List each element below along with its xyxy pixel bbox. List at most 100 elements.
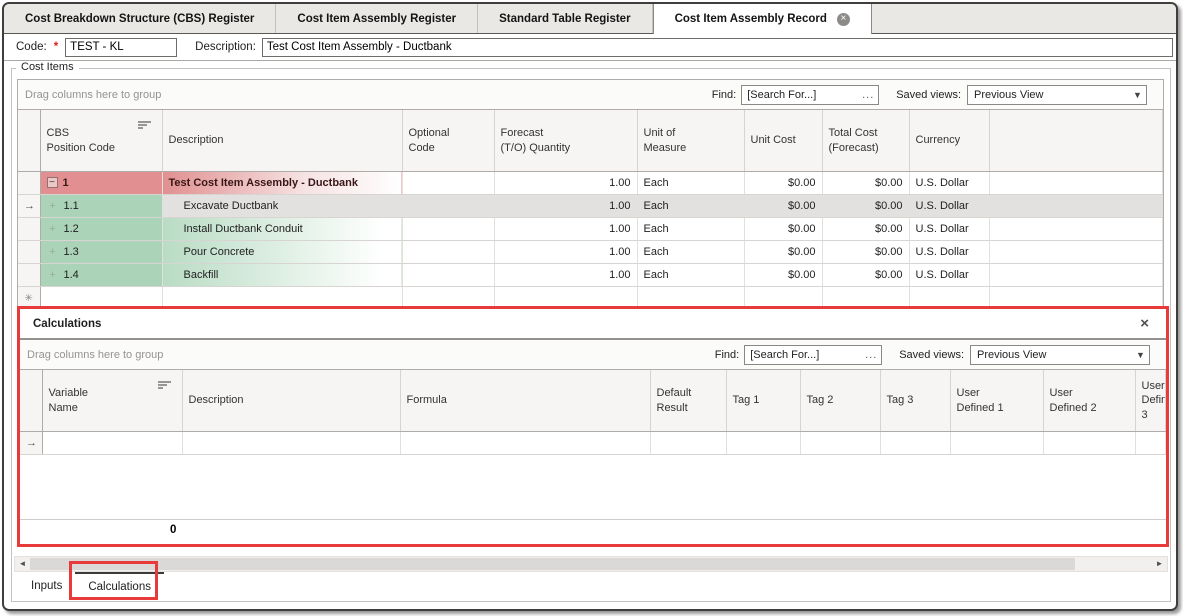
cell-forecast-quantity[interactable]: 1.00 (494, 218, 637, 241)
column-header-formula[interactable]: Formula (400, 370, 650, 432)
tab-inputs[interactable]: Inputs (18, 572, 75, 599)
cell-description[interactable]: Pour Concrete (162, 241, 402, 264)
expand-icon[interactable]: + (47, 223, 59, 235)
group-by-drop-zone[interactable]: Drag columns here to group (25, 89, 712, 101)
tab-standard-table-register[interactable]: Standard Table Register (478, 4, 652, 34)
cell-forecast-quantity[interactable]: 1.00 (494, 172, 637, 195)
row-selector[interactable] (18, 172, 40, 195)
cell-optional-code[interactable] (402, 195, 494, 218)
cell-currency[interactable]: U.S. Dollar (909, 218, 989, 241)
cell-currency[interactable]: U.S. Dollar (909, 264, 989, 287)
cell-formula[interactable] (400, 432, 650, 455)
cell-total-cost[interactable]: $0.00 (822, 172, 909, 195)
column-header-optional-code[interactable]: Optional Code (402, 110, 494, 172)
group-by-drop-zone[interactable]: Drag columns here to group (27, 349, 715, 361)
row-selector[interactable] (18, 241, 40, 264)
cell-unit-cost[interactable]: $0.00 (744, 241, 822, 264)
cell-unit-of-measure[interactable]: Each (637, 241, 744, 264)
column-header-user-defined-2[interactable]: User Defined 2 (1043, 370, 1135, 432)
expand-icon[interactable]: + (47, 269, 59, 281)
column-header-tag-3[interactable]: Tag 3 (880, 370, 950, 432)
cell-unit-of-measure[interactable]: Each (637, 264, 744, 287)
row-selector[interactable] (18, 218, 40, 241)
expand-icon[interactable]: + (47, 200, 59, 212)
column-header-total-cost[interactable]: Total Cost (Forecast) (822, 110, 909, 172)
row-selector[interactable]: → (18, 195, 40, 218)
cell-unit-of-measure[interactable]: Each (637, 172, 744, 195)
column-header-user-defined-1[interactable]: User Defined 1 (950, 370, 1043, 432)
cell-unit-cost[interactable]: $0.00 (744, 195, 822, 218)
column-header-description[interactable]: Description (162, 110, 402, 172)
column-header-forecast-quantity[interactable]: Forecast (T/O) Quantity (494, 110, 637, 172)
cell-total-cost[interactable]: $0.00 (822, 241, 909, 264)
cell-variable-name[interactable] (42, 432, 182, 455)
saved-views-dropdown[interactable]: Previous View ▼ (967, 85, 1147, 105)
horizontal-scrollbar[interactable]: ◄ ► (14, 556, 1168, 572)
cell-user-defined-3[interactable] (1135, 432, 1166, 455)
cell-optional-code[interactable] (402, 241, 494, 264)
cell-unit-cost[interactable]: $0.00 (744, 218, 822, 241)
column-header-tag-2[interactable]: Tag 2 (800, 370, 880, 432)
row-selector[interactable]: → (20, 432, 42, 455)
cell-user-defined-1[interactable] (950, 432, 1043, 455)
tab-cbs-register[interactable]: Cost Breakdown Structure (CBS) Register (4, 4, 276, 34)
cell-position-code[interactable]: +1.4 (40, 264, 162, 287)
find-browse-button[interactable]: ... (858, 89, 878, 101)
find-input[interactable]: [Search For...] ... (741, 85, 879, 105)
column-header-cbs-position-code[interactable]: CBS Position Code (40, 110, 162, 172)
column-header-unit-of-measure[interactable]: Unit of Measure (637, 110, 744, 172)
cell-description[interactable]: Excavate Ductbank (162, 195, 402, 218)
description-input[interactable] (262, 38, 1173, 57)
close-panel-icon[interactable]: × (1136, 316, 1153, 331)
scrollbar-thumb[interactable] (30, 558, 1075, 570)
cell-unit-of-measure[interactable]: Each (637, 195, 744, 218)
row-selector[interactable] (18, 264, 40, 287)
column-header-variable-name[interactable]: Variable Name (42, 370, 182, 432)
cell-currency[interactable]: U.S. Dollar (909, 241, 989, 264)
column-header-unit-cost[interactable]: Unit Cost (744, 110, 822, 172)
cell-position-code[interactable]: +1.2 (40, 218, 162, 241)
tab-cost-item-assembly-record[interactable]: Cost Item Assembly Record × (653, 4, 872, 34)
collapse-icon[interactable]: − (47, 177, 58, 188)
cell-unit-cost[interactable]: $0.00 (744, 172, 822, 195)
cell-position-code[interactable]: +1.3 (40, 241, 162, 264)
tab-cost-item-assembly-register[interactable]: Cost Item Assembly Register (276, 4, 478, 34)
cell-optional-code[interactable] (402, 264, 494, 287)
cell-forecast-quantity[interactable]: 1.00 (494, 195, 637, 218)
close-tab-icon[interactable]: × (837, 13, 850, 26)
cell-user-defined-2[interactable] (1043, 432, 1135, 455)
cell-description[interactable]: Install Ductbank Conduit (162, 218, 402, 241)
cell-unit-cost[interactable]: $0.00 (744, 264, 822, 287)
cell-description[interactable]: Test Cost Item Assembly - Ductbank (162, 172, 402, 195)
column-header-description[interactable]: Description (182, 370, 400, 432)
cell-forecast-quantity[interactable]: 1.00 (494, 241, 637, 264)
tab-calculations[interactable]: Calculations (75, 572, 164, 599)
cell-currency[interactable]: U.S. Dollar (909, 195, 989, 218)
expand-icon[interactable]: + (47, 246, 59, 258)
cell-position-code[interactable]: −1 (40, 172, 162, 195)
code-input[interactable] (65, 38, 177, 57)
cell-currency[interactable]: U.S. Dollar (909, 172, 989, 195)
cell-unit-of-measure[interactable]: Each (637, 218, 744, 241)
cell-forecast-quantity[interactable]: 1.00 (494, 264, 637, 287)
saved-views-dropdown[interactable]: Previous View ▼ (970, 345, 1150, 365)
cell-position-code[interactable]: +1.1 (40, 195, 162, 218)
cell-total-cost[interactable]: $0.00 (822, 195, 909, 218)
column-header-currency[interactable]: Currency (909, 110, 989, 172)
column-header-tag-1[interactable]: Tag 1 (726, 370, 800, 432)
cell-optional-code[interactable] (402, 218, 494, 241)
scroll-left-arrow-icon[interactable]: ◄ (15, 557, 30, 571)
cell-total-cost[interactable]: $0.00 (822, 218, 909, 241)
scroll-right-arrow-icon[interactable]: ► (1152, 557, 1167, 571)
find-input[interactable]: [Search For...] ... (744, 345, 882, 365)
cell-tag-3[interactable] (880, 432, 950, 455)
cell-description[interactable] (182, 432, 400, 455)
find-browse-button[interactable]: ... (861, 349, 881, 361)
cell-description[interactable]: Backfill (162, 264, 402, 287)
column-header-default-result[interactable]: Default Result (650, 370, 726, 432)
column-header-user-defined-3[interactable]: User Defined 3 (1135, 370, 1166, 432)
cell-total-cost[interactable]: $0.00 (822, 264, 909, 287)
cell-optional-code[interactable] (402, 172, 494, 195)
cell-default-result[interactable] (650, 432, 726, 455)
cell-tag-1[interactable] (726, 432, 800, 455)
